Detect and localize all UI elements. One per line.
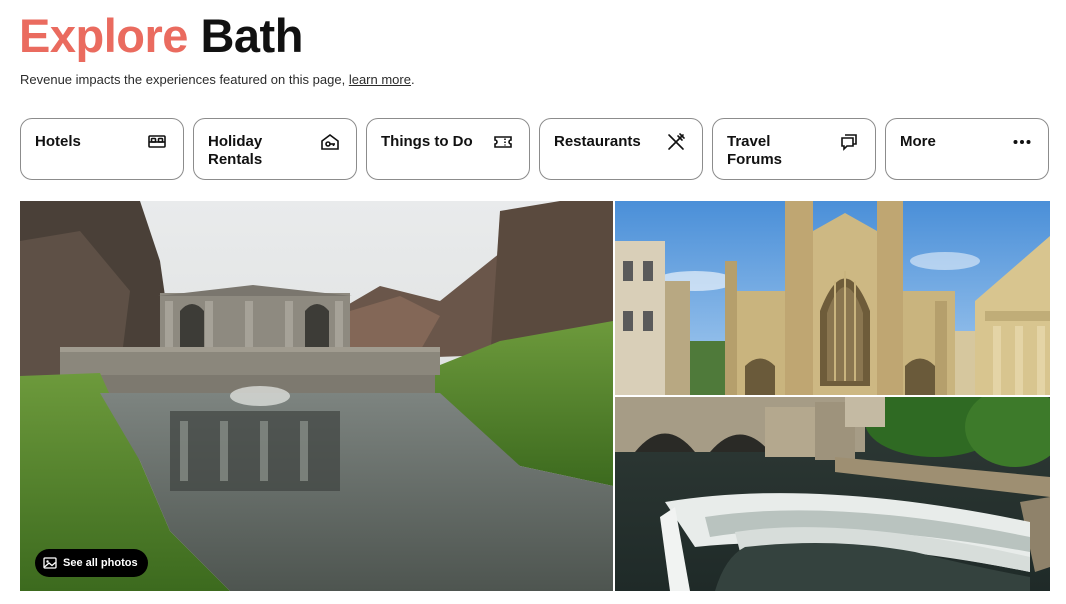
disclaimer-text: Revenue impacts the experiences featured… bbox=[20, 72, 349, 87]
fork-knife-icon bbox=[666, 132, 686, 152]
see-all-photos-label: See all photos bbox=[63, 557, 138, 569]
bed-icon bbox=[147, 132, 167, 152]
photo-bath-abbey[interactable] bbox=[615, 201, 1050, 395]
revenue-disclaimer: Revenue impacts the experiences featured… bbox=[20, 72, 415, 87]
photo-gallery: See all photos bbox=[20, 201, 1050, 591]
category-label: Hotels bbox=[35, 133, 81, 150]
category-label: More bbox=[900, 133, 936, 150]
image-icon bbox=[43, 556, 57, 570]
category-things-to-do[interactable]: Things to Do bbox=[366, 118, 530, 180]
title-explore: Explore bbox=[19, 9, 188, 62]
category-more[interactable]: More bbox=[885, 118, 1049, 180]
photo-pulteney-weir[interactable] bbox=[615, 397, 1050, 591]
more-dots-icon bbox=[1012, 132, 1032, 152]
house-key-icon bbox=[320, 132, 340, 152]
category-label: Travel Forums bbox=[727, 133, 783, 168]
category-hotels[interactable]: Hotels bbox=[20, 118, 184, 180]
category-label: Things to Do bbox=[381, 133, 473, 150]
category-label: Restaurants bbox=[554, 133, 641, 150]
category-holiday-rentals[interactable]: Holiday Rentals bbox=[193, 118, 357, 180]
category-travel-forums[interactable]: Travel Forums bbox=[712, 118, 876, 180]
category-label: Holiday Rentals bbox=[208, 133, 263, 168]
chat-bubbles-icon bbox=[839, 132, 859, 152]
title-place: Bath bbox=[200, 9, 303, 62]
category-nav: Hotels Holiday Rentals Things to Do Rest… bbox=[20, 118, 1049, 180]
see-all-photos-button[interactable]: See all photos bbox=[35, 549, 148, 577]
learn-more-link[interactable]: learn more bbox=[349, 72, 411, 87]
ticket-icon bbox=[493, 132, 513, 152]
category-restaurants[interactable]: Restaurants bbox=[539, 118, 703, 180]
disclaimer-suffix: . bbox=[410, 72, 415, 87]
photo-palladian-bridge[interactable] bbox=[20, 201, 613, 591]
page-title: Explore Bath bbox=[19, 6, 303, 66]
